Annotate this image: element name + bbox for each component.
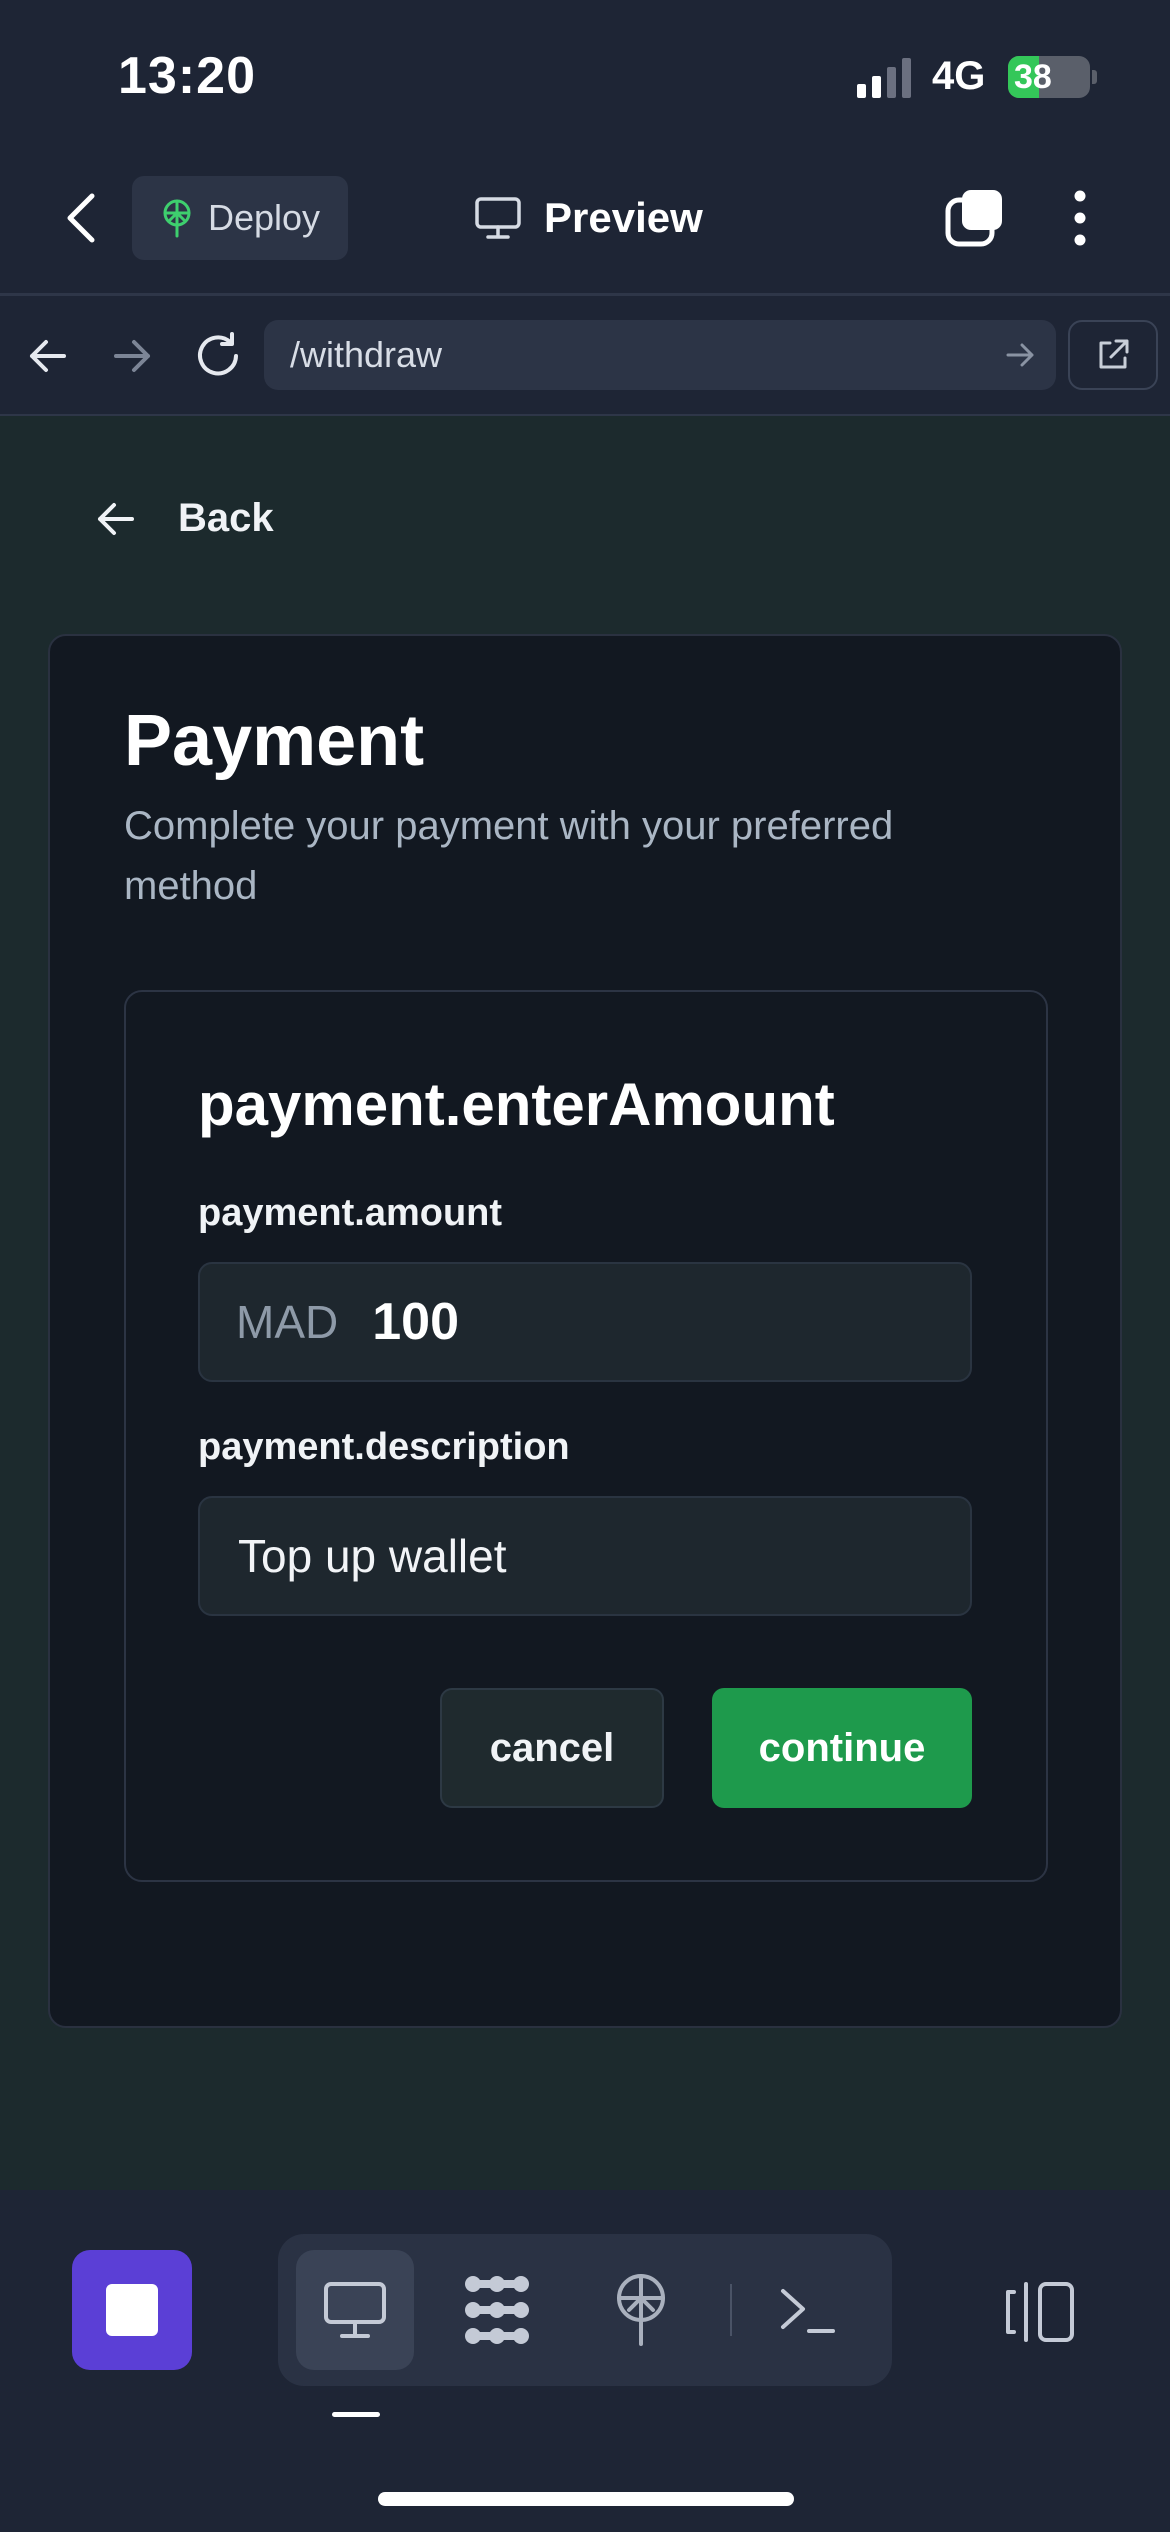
currency-prefix: MAD xyxy=(236,1296,339,1348)
chevron-left-icon[interactable] xyxy=(62,190,102,246)
arrow-right-icon[interactable] xyxy=(1004,339,1036,371)
active-tab-indicator xyxy=(332,2412,380,2417)
panel-icon[interactable] xyxy=(1000,2280,1076,2344)
battery-percent: 38 xyxy=(1014,58,1052,96)
cancel-button[interactable]: cancel xyxy=(440,1688,664,1808)
nodes-view-tab[interactable] xyxy=(438,2250,556,2370)
stop-icon xyxy=(106,2284,158,2336)
preview-label: Preview xyxy=(544,194,703,241)
deploy-label: Deploy xyxy=(208,197,321,238)
reload-icon[interactable] xyxy=(192,330,244,382)
deploy-icon xyxy=(163,199,191,238)
nodes-icon xyxy=(465,2276,529,2344)
external-link-icon xyxy=(1099,339,1129,369)
toolbar-divider xyxy=(0,293,1170,296)
continue-button[interactable]: continue xyxy=(712,1688,972,1808)
description-value: Top up wallet xyxy=(238,1530,507,1582)
arrow-left-icon xyxy=(98,502,134,535)
url-text: /withdraw xyxy=(290,334,443,375)
signal-icon xyxy=(857,58,911,98)
monitor-icon xyxy=(475,197,521,239)
page-title: Payment xyxy=(124,701,425,781)
amount-input[interactable]: MAD 100 xyxy=(198,1262,972,1382)
tabs-icon[interactable] xyxy=(944,188,1004,248)
back-link[interactable]: Back xyxy=(96,496,274,541)
stop-button[interactable] xyxy=(72,2250,192,2370)
status-time: 13:20 xyxy=(118,47,256,105)
battery-indicator: 38 xyxy=(1008,56,1090,98)
network-type: 4G xyxy=(932,54,986,98)
back-label: Back xyxy=(178,496,274,540)
home-indicator xyxy=(378,2492,794,2506)
form-heading: payment.enterAmount xyxy=(198,1071,835,1138)
url-field[interactable]: /withdraw xyxy=(264,320,1056,390)
amount-value: 100 xyxy=(372,1293,459,1351)
desktop-view-tab[interactable] xyxy=(296,2250,414,2370)
arrow-right-icon[interactable] xyxy=(110,334,154,378)
deploy-icon xyxy=(617,2274,665,2346)
deploy-button[interactable]: Deploy xyxy=(132,176,348,260)
arrow-left-icon[interactable] xyxy=(26,334,70,378)
battery-nub xyxy=(1092,70,1097,84)
deploy-view-tab[interactable] xyxy=(582,2250,700,2370)
description-label: payment.description xyxy=(198,1426,570,1468)
terminal-icon xyxy=(781,2289,835,2333)
more-menu-icon[interactable] xyxy=(1058,186,1102,250)
open-external-button[interactable] xyxy=(1068,320,1158,390)
amount-label: payment.amount xyxy=(198,1192,503,1234)
switcher-separator xyxy=(730,2284,732,2336)
desktop-icon xyxy=(324,2282,386,2338)
preview-tab[interactable]: Preview xyxy=(474,190,703,246)
description-input[interactable]: Top up wallet xyxy=(198,1496,972,1616)
terminal-view-tab[interactable] xyxy=(748,2250,866,2370)
page-subtitle: Complete your payment with your preferre… xyxy=(124,804,894,908)
view-switcher xyxy=(278,2234,892,2386)
